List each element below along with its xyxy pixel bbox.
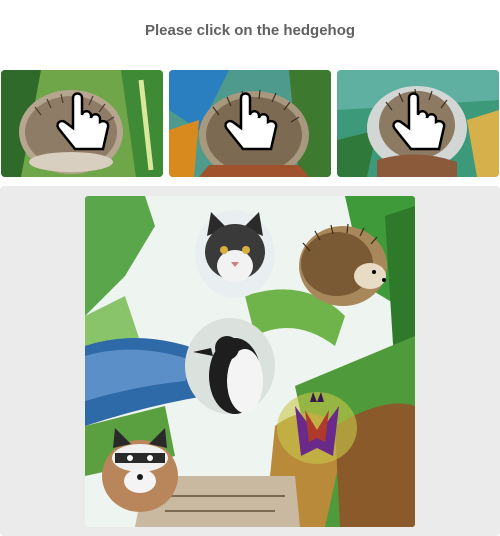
challenge-prompt: Please click on the hedgehog xyxy=(144,22,356,39)
bat-image xyxy=(277,392,357,464)
example-image-hedgehog-2[interactable] xyxy=(169,70,331,177)
example-image-hedgehog-3[interactable] xyxy=(337,70,499,177)
challenge-panel xyxy=(0,186,500,536)
example-image-hedgehog-1[interactable] xyxy=(1,70,163,177)
cat-image xyxy=(195,210,275,298)
challenge-image[interactable] xyxy=(85,196,415,527)
example-images xyxy=(0,70,500,177)
penguin-image xyxy=(185,318,275,414)
captcha-challenge: Please click on the hedgehog xyxy=(0,0,500,536)
